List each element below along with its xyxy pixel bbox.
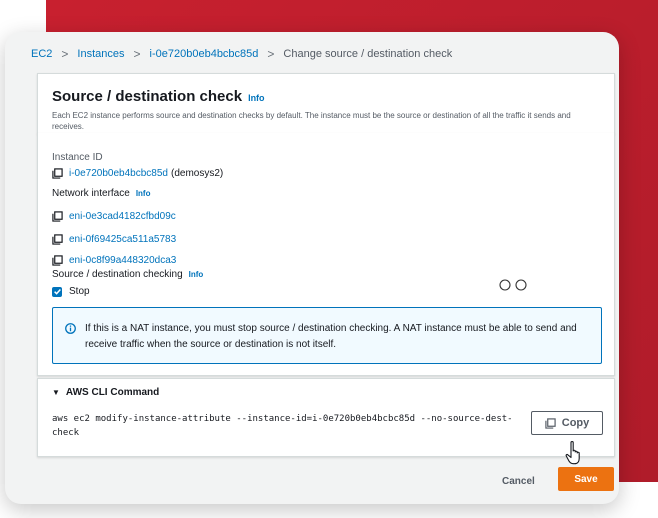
copy-icon <box>545 417 556 429</box>
stop-checkbox-label: Stop <box>69 286 90 297</box>
chevron-right-icon: > <box>267 47 275 61</box>
network-interface-label: Network interface Info <box>52 188 150 199</box>
nat-info-alert: If this is a NAT instance, you must stop… <box>52 307 602 364</box>
copy-button-label: Copy <box>561 417 590 429</box>
instance-id-label: Instance ID <box>52 152 103 163</box>
chevron-right-icon: > <box>61 47 69 61</box>
breadcrumb-instance-id[interactable]: i-0e720b0eb4bcbc85d <box>150 48 259 60</box>
source-dest-checking-label-text: Source / destination checking <box>52 269 183 280</box>
breadcrumb: EC2 > Instances > i-0e720b0eb4bcbc85d > … <box>31 44 452 64</box>
header-panel: Source / destination check Info Each EC2 … <box>37 73 615 134</box>
source-dest-checking-label: Source / destination checking Info <box>52 269 203 280</box>
page-title-text: Source / destination check <box>52 88 243 105</box>
cli-title-text: AWS CLI Command <box>65 387 160 398</box>
info-circle-icon <box>65 323 76 334</box>
page-description: Each EC2 instance performs source and de… <box>52 111 571 131</box>
breadcrumb-ec2[interactable]: EC2 <box>31 48 52 60</box>
copy-icon[interactable] <box>52 234 63 245</box>
page-title: Source / destination check Info <box>52 88 265 105</box>
instance-id-link[interactable]: i-0e720b0eb4bcbc85d <box>69 168 168 179</box>
console-window: EC2 > Instances > i-0e720b0eb4bcbc85d > … <box>5 32 619 504</box>
breadcrumb-current: Change source / destination check <box>283 48 453 60</box>
chevron-right-icon: > <box>133 47 141 61</box>
eni-row: eni-0f69425ca511a5783 <box>52 234 176 245</box>
cli-panel: ▼ AWS CLI Command aws ec2 modify-instanc… <box>37 378 615 457</box>
breadcrumb-instances[interactable]: Instances <box>77 48 124 60</box>
info-link[interactable]: Info <box>248 93 265 103</box>
copy-button[interactable]: Copy <box>531 411 603 435</box>
instance-row: i-0e720b0eb4bcbc85d (demosys2) <box>52 168 223 179</box>
eni-link[interactable]: eni-0e3cad4182cfbd09c <box>69 211 176 222</box>
copy-icon[interactable] <box>52 168 63 179</box>
alert-text: If this is a NAT instance, you must stop… <box>85 323 577 350</box>
eni-link[interactable]: eni-0f69425ca511a5783 <box>69 234 176 245</box>
cursor-ring-icon <box>499 279 527 291</box>
copy-icon[interactable] <box>52 211 63 222</box>
checkmark-icon <box>53 289 61 295</box>
instance-name: (demosys2) <box>170 168 224 179</box>
eni-row: eni-0e3cad4182cfbd09c <box>52 211 176 222</box>
network-interface-label-text: Network interface <box>52 188 130 199</box>
cancel-button[interactable]: Cancel <box>502 476 535 487</box>
info-link[interactable]: Info <box>189 270 204 279</box>
eni-row: eni-0c8f99a448320dca3 <box>52 255 176 266</box>
cli-expander[interactable]: ▼ AWS CLI Command <box>52 387 159 398</box>
cli-command: aws ec2 modify-instance-attribute --inst… <box>52 414 513 438</box>
copy-icon[interactable] <box>52 255 63 266</box>
caret-down-icon: ▼ <box>52 388 60 397</box>
info-link[interactable]: Info <box>136 189 151 198</box>
hand-pointer-icon <box>565 441 580 465</box>
stop-checkbox-row[interactable]: Stop <box>52 286 90 297</box>
stop-checkbox[interactable] <box>52 286 62 297</box>
save-button[interactable]: Save <box>558 467 614 491</box>
settings-panel: Instance ID i-0e720b0eb4bcbc85d (demosys… <box>37 133 615 376</box>
eni-link[interactable]: eni-0c8f99a448320dca3 <box>69 255 176 266</box>
